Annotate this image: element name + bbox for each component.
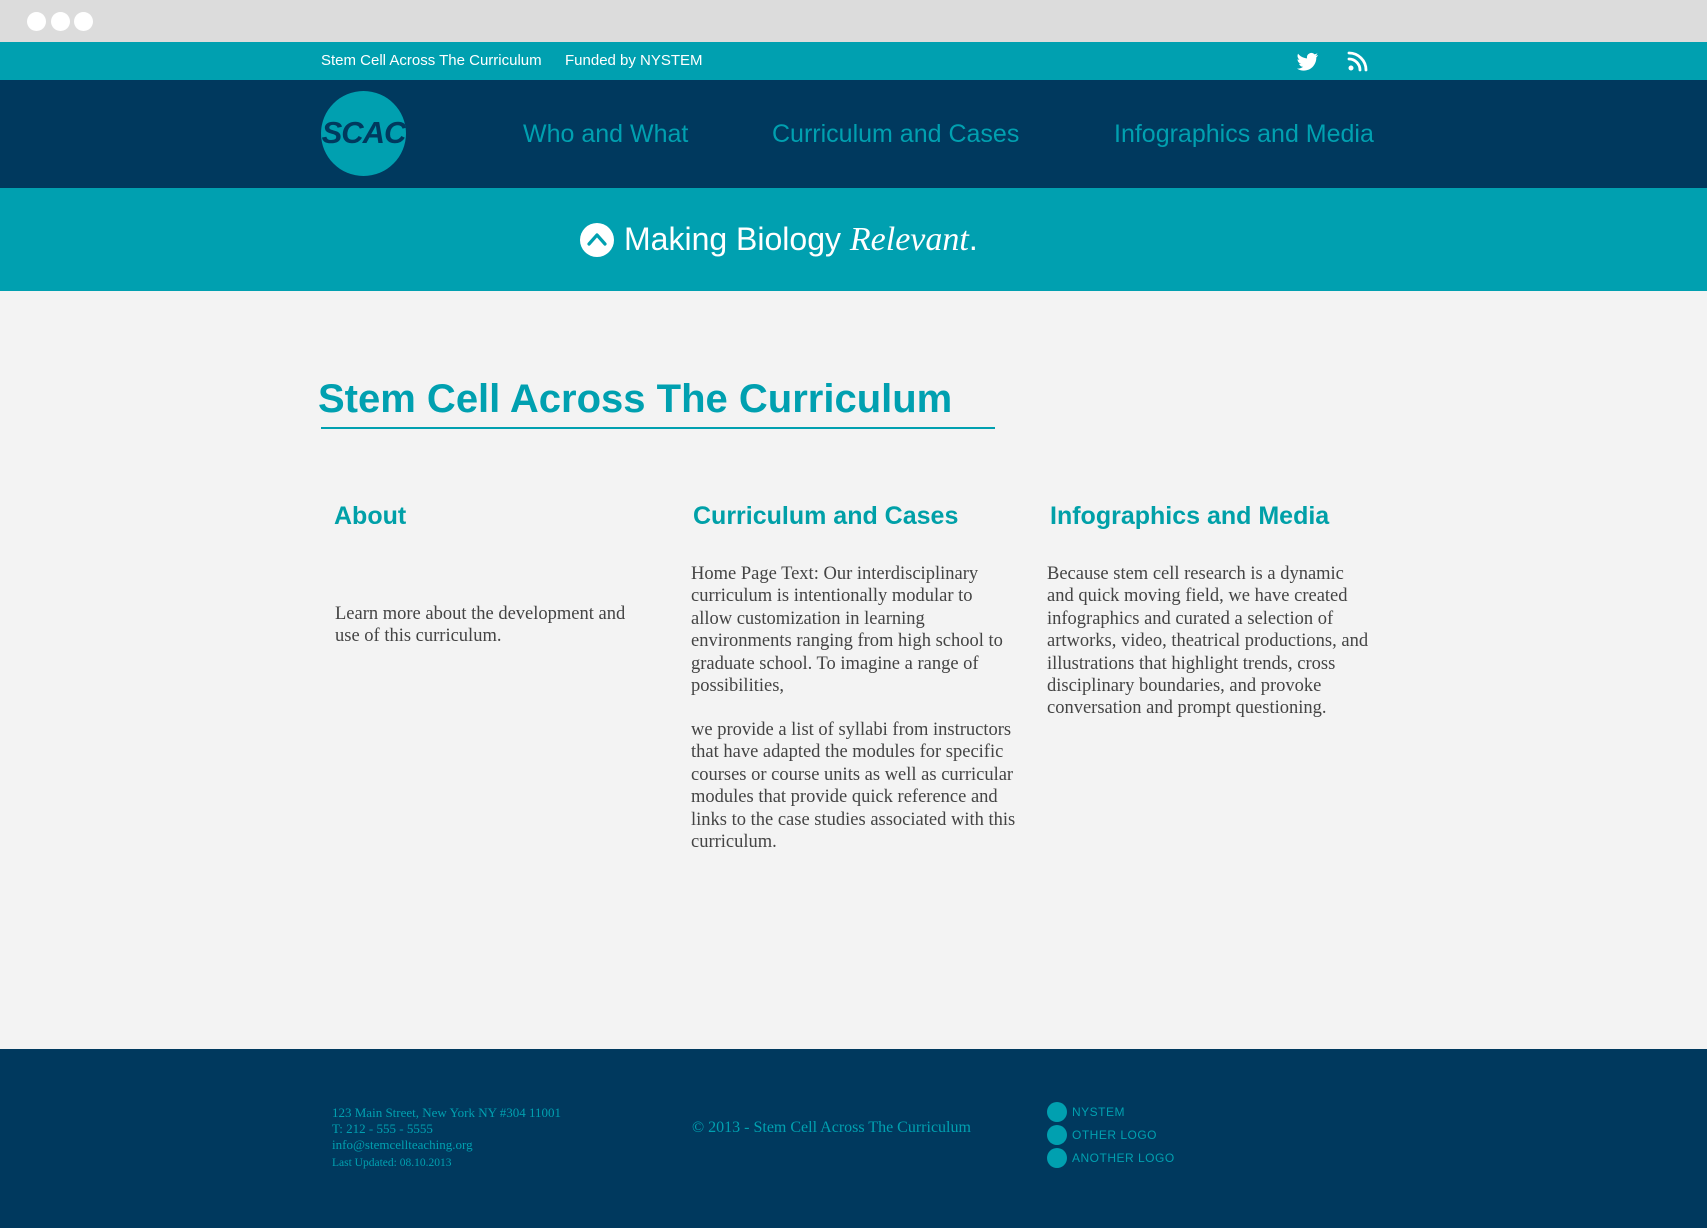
footer-logo-label: another logo (1072, 1151, 1175, 1165)
footer-logo-label: nystem (1072, 1105, 1126, 1119)
other-logo-icon (1047, 1125, 1067, 1145)
window-maximize-dot[interactable] (74, 12, 93, 31)
page-title: Stem Cell Across The Curriculum (318, 377, 953, 421)
infographics-media-heading[interactable]: Infographics and Media (1050, 502, 1329, 531)
footer-copyright: © 2013 - Stem Cell Across The Curriculum (692, 1119, 971, 1136)
window-minimize-dot[interactable] (51, 12, 70, 31)
footer-logo-label: other logo (1072, 1128, 1158, 1142)
footer-last-updated: Last Updated: 08.10.2013 (332, 1157, 452, 1169)
top-bar-funded-by[interactable]: Funded by NYSTEM (565, 52, 703, 69)
twitter-icon[interactable] (1296, 50, 1320, 72)
tagline-banner: Making Biology Relevant. (0, 188, 1707, 291)
logo-text: SCAC (321, 115, 406, 150)
footer-email[interactable]: info@stemcellteaching.org (332, 1137, 473, 1153)
top-bar-site-title[interactable]: Stem Cell Across The Curriculum (321, 52, 542, 69)
curriculum-cases-text-1: Home Page Text: Our interdisciplinary cu… (691, 564, 1003, 697)
chevron-up-icon[interactable] (580, 223, 614, 257)
another-logo-icon (1047, 1148, 1067, 1168)
scac-logo[interactable]: SCAC (321, 91, 406, 176)
nav-item-who-and-what[interactable]: Who and What (523, 120, 688, 149)
infographics-media-text: Because stem cell research is a dynamic … (1047, 564, 1369, 719)
nystem-logo-icon (1047, 1102, 1067, 1122)
footer-address: 123 Main Street, New York NY #304 11001 (332, 1105, 562, 1120)
tagline: Making Biology Relevant. (624, 221, 978, 259)
footer: 123 Main Street, New York NY #304 11001 … (0, 1049, 1707, 1228)
window-close-dot[interactable] (27, 12, 46, 31)
curriculum-cases-heading[interactable]: Curriculum and Cases (693, 502, 958, 531)
curriculum-cases-text-2: we provide a list of syllabi from instru… (691, 720, 1016, 853)
top-bar: Stem Cell Across The Curriculum Funded b… (0, 42, 1707, 80)
browser-chrome (0, 0, 1707, 42)
tagline-emphasis: Relevant (849, 221, 969, 258)
about-heading[interactable]: About (334, 502, 406, 531)
title-divider (321, 427, 995, 429)
tagline-prefix: Making Biology (624, 221, 850, 257)
main-navigation: SCAC Who and What Curriculum and Cases I… (0, 80, 1707, 188)
rss-icon[interactable] (1347, 50, 1371, 72)
nav-item-curriculum-and-cases[interactable]: Curriculum and Cases (772, 120, 1019, 149)
tagline-suffix: . (968, 221, 978, 257)
nav-item-infographics-and-media[interactable]: Infographics and Media (1114, 120, 1374, 149)
footer-phone: T: 212 - 555 - 5555 (332, 1121, 433, 1136)
page: Stem Cell Across The Curriculum Funded b… (0, 0, 1707, 1228)
about-text: Learn more about the development and use… (335, 604, 626, 647)
